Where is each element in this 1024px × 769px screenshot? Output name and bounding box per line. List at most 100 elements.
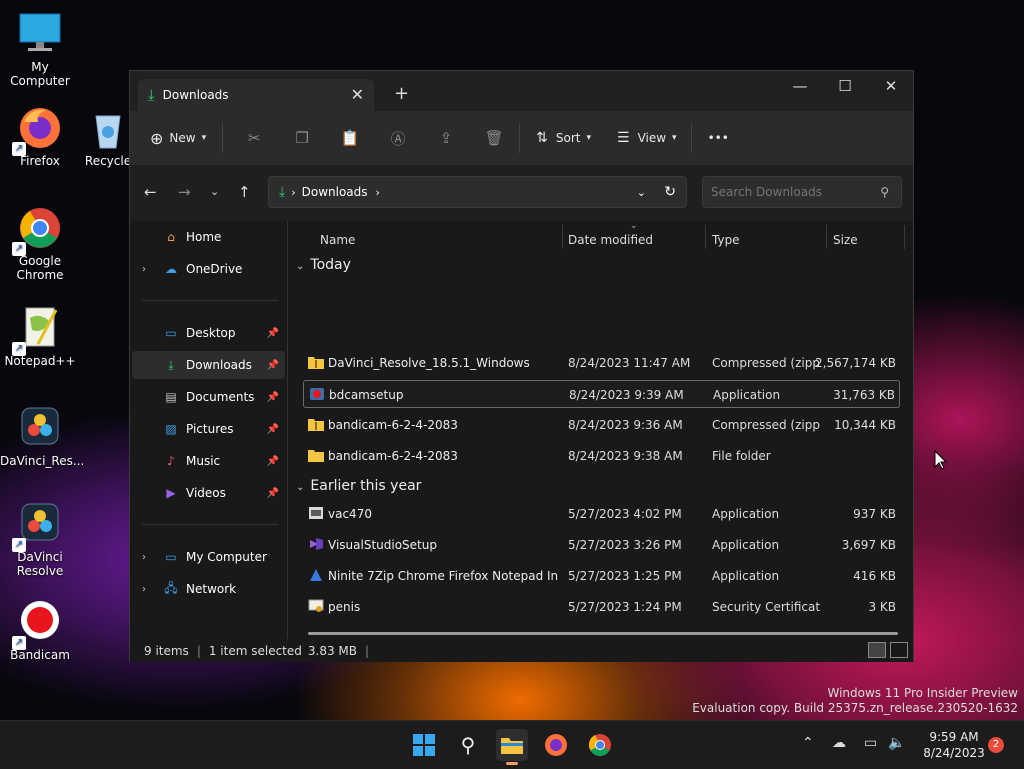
- pin-icon[interactable]: 📌: [267, 488, 279, 499]
- desktop-icon-davinci-resolve[interactable]: ↗ DaVinci Resolve: [0, 500, 80, 578]
- file-row[interactable]: bandicam-6-2-4-2083 8/24/2023 9:36 AM Co…: [303, 411, 900, 439]
- column-separator[interactable]: [826, 225, 827, 249]
- view-button[interactable]: ☰ View ▾: [617, 130, 677, 146]
- sidebar-item-downloads[interactable]: ⤓ Downloads 📌: [132, 351, 285, 379]
- desktop-icon-notepadpp[interactable]: ↗ Notepad++: [0, 304, 80, 368]
- sidebar-item-onedrive[interactable]: › ☁ OneDrive: [132, 255, 285, 283]
- sidebar-item-pictures[interactable]: ▨ Pictures 📌: [132, 415, 285, 443]
- desktop-icon-my-computer[interactable]: My Computer: [0, 10, 80, 88]
- new-tab-icon[interactable]: +: [394, 83, 409, 104]
- horizontal-scrollbar[interactable]: [308, 632, 898, 635]
- document-icon: ▤: [165, 390, 177, 404]
- chevron-down-icon: ▾: [201, 133, 207, 143]
- sidebar-item-my-computer[interactable]: › ▭ My Computer: [132, 543, 285, 571]
- up-icon[interactable]: ↑: [238, 183, 251, 201]
- sidebar-item-network[interactable]: › 🖧 Network: [132, 575, 285, 603]
- sort-button[interactable]: ⇅ Sort ▾: [536, 130, 591, 146]
- item-count: 9 items: [144, 643, 189, 658]
- search-button[interactable]: ⚲: [452, 729, 484, 761]
- start-button[interactable]: [408, 729, 440, 761]
- file-row[interactable]: Ninite 7Zip Chrome Firefox Notepad Inst.…: [303, 562, 900, 590]
- pin-icon[interactable]: 📌: [267, 456, 279, 467]
- new-button[interactable]: ⊕ New ▾: [150, 129, 206, 148]
- close-tab-icon[interactable]: ✕: [351, 85, 364, 104]
- pin-icon[interactable]: 📌: [267, 328, 279, 339]
- delete-icon[interactable]: 🗑: [483, 127, 505, 149]
- cloud-offline-icon[interactable]: ☁: [832, 735, 846, 751]
- column-header-size[interactable]: Size: [833, 233, 858, 247]
- group-header-earlier[interactable]: ⌄ Earlier this year: [296, 478, 421, 494]
- address-dropdown-icon[interactable]: ⌄: [637, 186, 646, 199]
- file-row[interactable]: bandicam-6-2-4-2083 8/24/2023 9:38 AM Fi…: [303, 442, 900, 470]
- expand-chevron-icon[interactable]: ›: [142, 584, 146, 595]
- expand-chevron-icon[interactable]: ›: [142, 552, 146, 563]
- visual-studio-icon: [310, 538, 323, 550]
- search-box[interactable]: ⚲: [702, 176, 902, 208]
- paste-icon[interactable]: 📋: [339, 127, 361, 149]
- column-separator[interactable]: [904, 225, 905, 249]
- search-icon[interactable]: ⚲: [880, 185, 889, 199]
- desktop-icon-chrome[interactable]: ↗ Google Chrome: [0, 204, 80, 282]
- desktop-icon-bandicam[interactable]: ↗ Bandicam: [0, 598, 80, 662]
- desktop-icon-davinci-res[interactable]: DaVinci_Res...: [0, 404, 84, 468]
- back-icon[interactable]: ←: [144, 183, 157, 201]
- expand-chevron-icon[interactable]: ›: [142, 264, 146, 275]
- sidebar-item-music[interactable]: ♪ Music 📌: [132, 447, 285, 475]
- minimize-icon[interactable]: —: [780, 77, 820, 95]
- file-row[interactable]: vac470 5/27/2023 4:02 PM Application 937…: [303, 500, 900, 528]
- sidebar-item-videos[interactable]: ▶ Videos 📌: [132, 479, 285, 507]
- file-row[interactable]: VisualStudioSetup 5/27/2023 3:26 PM Appl…: [303, 531, 900, 559]
- desktop-icon-firefox[interactable]: ↗ Firefox: [0, 104, 80, 168]
- column-header-date[interactable]: Date modified: [568, 233, 653, 247]
- file-row[interactable]: penis 5/27/2023 1:24 PM Security Certifi…: [303, 593, 900, 621]
- pin-icon[interactable]: 📌: [267, 360, 279, 371]
- desktop-icon-label: Notepad++: [4, 354, 76, 368]
- maximize-icon[interactable]: ☐: [825, 77, 865, 95]
- taskbar-file-explorer[interactable]: [496, 729, 528, 765]
- network-icon[interactable]: ▭: [864, 735, 877, 751]
- volume-icon[interactable]: 🔈: [888, 735, 905, 751]
- column-separator[interactable]: [562, 225, 563, 249]
- pin-icon[interactable]: 📌: [267, 392, 279, 403]
- address-bar[interactable]: ⤓ › Downloads › ⌄ ↻: [268, 176, 687, 208]
- sidebar-item-desktop[interactable]: ▭ Desktop 📌: [132, 319, 285, 347]
- sidebar-item-documents[interactable]: ▤ Documents 📌: [132, 383, 285, 411]
- column-separator[interactable]: [705, 225, 706, 249]
- group-header-today[interactable]: ⌄ Today: [296, 257, 351, 273]
- recent-chevron-icon[interactable]: ⌄: [210, 185, 219, 198]
- home-icon: ⌂: [167, 230, 175, 244]
- column-header-type[interactable]: Type: [712, 233, 740, 247]
- clock[interactable]: 9:59 AM 8/24/2023: [912, 729, 996, 761]
- details-view-icon[interactable]: [868, 642, 886, 658]
- close-window-icon[interactable]: ✕: [871, 77, 911, 95]
- tiles-view-icon[interactable]: [890, 642, 908, 658]
- tray-overflow-chevron-icon[interactable]: ⌃: [802, 735, 814, 751]
- desktop-icon-label: Bandicam: [10, 648, 70, 662]
- pin-icon[interactable]: 📌: [267, 424, 279, 435]
- forward-icon[interactable]: →: [178, 183, 191, 201]
- tab-label: Downloads: [162, 88, 229, 102]
- separator: [690, 123, 692, 153]
- file-row[interactable]: bdcamsetup 8/24/2023 9:39 AM Application…: [303, 380, 900, 408]
- file-size: 937 KB: [853, 507, 896, 521]
- tab-downloads[interactable]: ⤓ Downloads ✕: [138, 79, 374, 111]
- notification-badge[interactable]: 2: [988, 737, 1004, 753]
- sidebar-label: OneDrive: [186, 262, 243, 276]
- taskbar-chrome[interactable]: [584, 729, 616, 761]
- cut-icon[interactable]: ✂: [243, 127, 265, 149]
- taskbar-firefox[interactable]: [540, 729, 572, 761]
- copy-icon[interactable]: ❐: [291, 127, 313, 149]
- sidebar-item-home[interactable]: ⌂ Home: [132, 223, 285, 251]
- search-input[interactable]: [709, 184, 873, 200]
- share-icon[interactable]: ⇪: [435, 127, 457, 149]
- refresh-icon[interactable]: ↻: [664, 184, 676, 200]
- more-options-icon[interactable]: •••: [708, 131, 729, 145]
- file-explorer-window: ⤓ Downloads ✕ + — ☐ ✕ ⊕ New ▾ ✂ ❐ 📋 Ⓐ ⇪ …: [129, 70, 914, 662]
- firefox-icon: [545, 734, 567, 756]
- breadcrumb-downloads[interactable]: Downloads: [302, 185, 368, 199]
- column-header-name[interactable]: Name: [320, 233, 355, 247]
- file-size: 3 KB: [868, 600, 896, 614]
- file-type: Application: [712, 569, 780, 583]
- rename-icon[interactable]: Ⓐ: [387, 127, 409, 149]
- file-row[interactable]: DaVinci_Resolve_18.5.1_Windows 8/24/2023…: [303, 349, 900, 377]
